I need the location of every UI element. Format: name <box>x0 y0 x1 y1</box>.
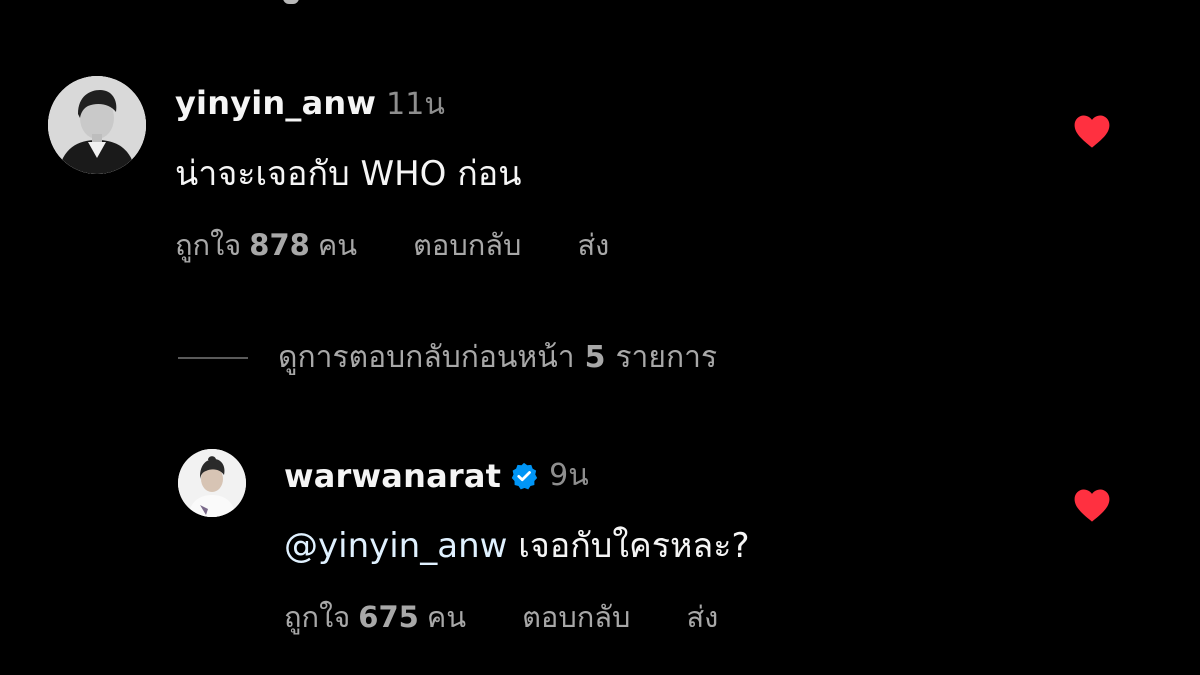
likes-suffix: คน <box>317 228 358 262</box>
likes-prefix: ถูกใจ <box>175 228 242 262</box>
view-replies-suffix: รายการ <box>615 340 718 375</box>
divider-line <box>178 356 248 359</box>
avatar[interactable] <box>48 76 146 174</box>
view-previous-replies-button[interactable]: ดูการตอบกลับก่อนหน้า 5 รายการ <box>178 334 717 381</box>
comment-actions: ถูกใจ 878 คน ตอบกลับ ส่ง <box>175 222 609 268</box>
view-replies-prefix: ดูการตอบกลับก่อนหน้า <box>278 340 575 375</box>
avatar[interactable] <box>178 449 246 517</box>
likes-count-link[interactable]: ถูกใจ 675 คน <box>284 594 466 640</box>
send-button[interactable]: ส่ง <box>577 222 609 268</box>
comment-actions: ถูกใจ 675 คน ตอบกลับ ส่ง <box>284 594 718 640</box>
view-replies-count: 5 <box>584 340 606 375</box>
likes-count-link[interactable]: ถูกใจ 878 คน <box>175 222 357 268</box>
likes-prefix: ถูกใจ <box>284 600 351 634</box>
heart-icon[interactable] <box>1073 487 1111 523</box>
timestamp: 9น <box>549 458 589 493</box>
send-button[interactable]: ส่ง <box>686 594 718 640</box>
username[interactable]: yinyin_anw <box>175 84 376 122</box>
verified-badge-icon <box>509 461 539 491</box>
comment-header: warwanarat 9น <box>284 452 589 499</box>
comment-text: @yinyin_anw เจอกับใครหละ? <box>284 518 750 572</box>
likes-number: 878 <box>249 228 310 262</box>
mention-link[interactable]: @yinyin_anw <box>284 526 507 566</box>
previous-comment-fragment <box>283 0 299 4</box>
timestamp: 11น <box>386 87 445 122</box>
reply-button[interactable]: ตอบกลับ <box>413 222 521 268</box>
likes-suffix: คน <box>426 600 467 634</box>
comment-text: น่าจะเจอกับ WHO ก่อน <box>175 154 522 194</box>
comment-body: เจอกับใครหละ? <box>518 526 750 566</box>
reply-button[interactable]: ตอบกลับ <box>522 594 630 640</box>
comment-header: yinyin_anw 11น <box>175 81 445 128</box>
heart-icon[interactable] <box>1073 113 1111 149</box>
likes-number: 675 <box>358 600 419 634</box>
username[interactable]: warwanarat <box>284 457 501 495</box>
